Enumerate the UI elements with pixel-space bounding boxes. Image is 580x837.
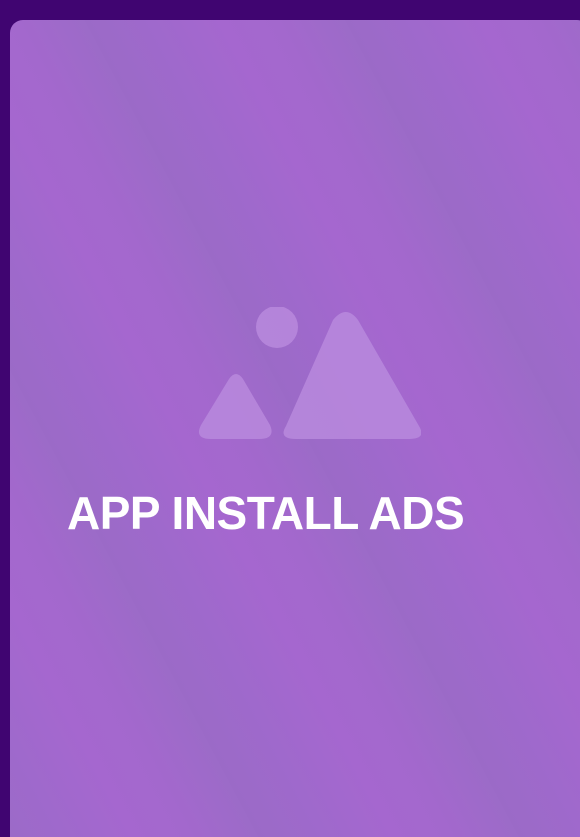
card-title: APP INSTALL ADS xyxy=(67,487,465,539)
ad-format-card[interactable]: APP INSTALL ADS xyxy=(10,20,580,837)
page: APP INSTALL ADS xyxy=(0,0,580,837)
image-placeholder-sun-shape xyxy=(256,307,298,348)
image-placeholder-icon xyxy=(191,307,421,443)
image-placeholder-small-mountain-shape xyxy=(198,374,272,439)
image-placeholder-large-mountain-shape xyxy=(283,312,421,439)
